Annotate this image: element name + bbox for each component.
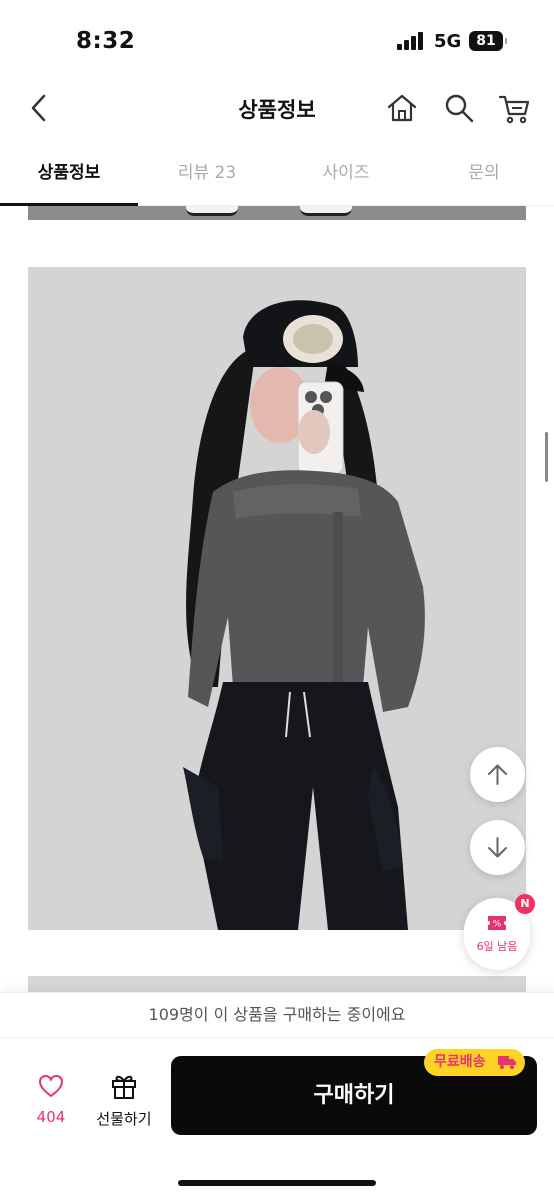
tab-size[interactable]: 사이즈 — [277, 150, 415, 206]
svg-text:%: % — [493, 920, 502, 930]
arrow-up-icon — [488, 764, 507, 785]
search-icon — [445, 94, 474, 123]
cart-button[interactable] — [497, 90, 533, 126]
app-header: 상품정보 — [0, 80, 554, 136]
home-indicator — [178, 1180, 376, 1186]
battery-icon: 81 — [469, 31, 507, 51]
scrollbar-thumb[interactable] — [545, 432, 548, 482]
network-type: 5G — [434, 31, 462, 52]
product-photo — [28, 267, 526, 930]
like-button[interactable]: 404 — [22, 1070, 80, 1134]
scroll-down-button[interactable] — [470, 820, 525, 875]
gift-label: 선물하기 — [96, 1110, 152, 1128]
coupon-icon: % — [488, 916, 506, 930]
truck-icon — [498, 1056, 516, 1069]
signal-icon — [397, 32, 427, 50]
gift-button[interactable]: 선물하기 — [90, 1070, 158, 1134]
status-time: 8:32 — [76, 28, 136, 54]
tab-product-info[interactable]: 상품정보 — [0, 150, 138, 206]
arrow-down-icon — [488, 837, 507, 858]
new-badge: N — [515, 894, 535, 914]
next-product-photo — [28, 976, 526, 992]
heart-icon — [38, 1074, 64, 1098]
status-bar: 8:32 5G 81 — [0, 0, 554, 80]
scroll-up-button[interactable] — [470, 747, 525, 802]
tab-reviews[interactable]: 리뷰 23 — [138, 150, 276, 206]
tab-inquiry[interactable]: 문의 — [415, 150, 553, 206]
cart-icon — [498, 95, 530, 124]
home-icon — [387, 94, 417, 122]
search-button[interactable] — [441, 90, 477, 126]
free-shipping-badge: 무료배송 — [424, 1049, 525, 1076]
back-button[interactable] — [22, 90, 58, 126]
product-tabs: 상품정보 리뷰 23 사이즈 문의 — [0, 150, 554, 206]
like-count: 404 — [36, 1108, 66, 1126]
previous-product-photo — [28, 206, 526, 220]
free-shipping-label: 무료배송 — [434, 1054, 486, 1070]
coupon-remaining-label: 6일 남음 — [476, 940, 518, 953]
purchase-activity-notice: 109명이 이 상품을 구매하는 중이에요 — [0, 992, 554, 1038]
gift-icon — [112, 1075, 136, 1099]
home-button[interactable] — [384, 90, 420, 126]
back-arrow-icon — [31, 94, 46, 122]
